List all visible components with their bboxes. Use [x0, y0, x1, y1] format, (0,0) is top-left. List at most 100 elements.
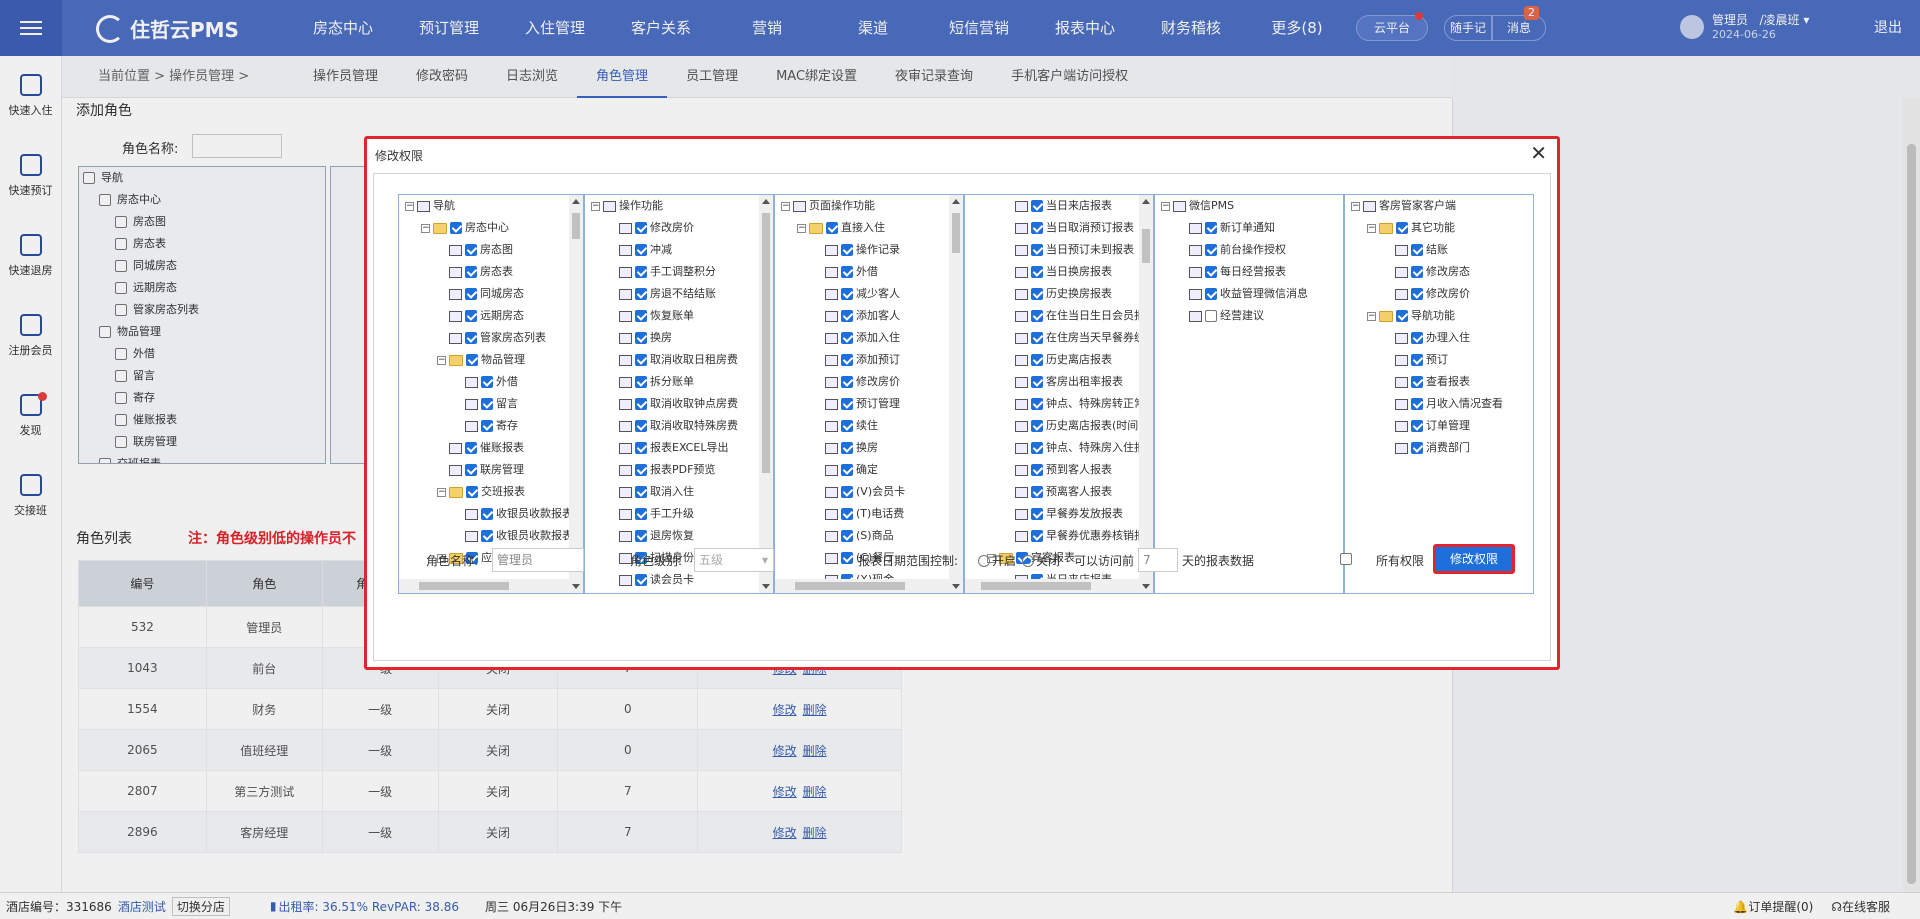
tree-node[interactable]: − 其它功能 [1345, 217, 1533, 239]
permission-checkbox[interactable] [466, 354, 478, 366]
scroll-up-icon[interactable] [952, 199, 960, 204]
tree-node[interactable]: 修改房态 [1345, 261, 1533, 283]
permission-checkbox[interactable] [1205, 222, 1217, 234]
permission-checkbox[interactable] [841, 266, 853, 278]
tree-node[interactable]: 管家房态列表 [399, 327, 583, 349]
permission-checkbox[interactable] [465, 288, 477, 300]
tree-node[interactable]: 手工升级 [585, 503, 773, 525]
permission-checkbox[interactable] [635, 244, 647, 256]
scroll-up-icon[interactable] [1142, 199, 1150, 204]
permission-checkbox[interactable] [1411, 442, 1423, 454]
scroll-thumb[interactable] [762, 213, 770, 473]
scroll-down-icon[interactable] [572, 584, 580, 589]
radio-open[interactable]: 开启 [978, 552, 1016, 569]
permission-checkbox[interactable] [841, 244, 853, 256]
permission-tree-reports[interactable]: 当日来店报表 当日取消预订报表 当日预订未到报表 当日换房报表 历史换房报表 在住当日生日… [964, 194, 1154, 594]
permission-checkbox[interactable] [635, 486, 647, 498]
permission-checkbox[interactable] [841, 376, 853, 388]
tree-node[interactable]: 房态表 [399, 261, 583, 283]
permission-checkbox[interactable] [1031, 222, 1043, 234]
tree-node[interactable]: − 房态中心 [399, 217, 583, 239]
tree-node[interactable]: 预订管理 [775, 393, 963, 415]
permission-checkbox[interactable] [635, 376, 647, 388]
permission-checkbox[interactable] [1411, 354, 1423, 366]
permission-checkbox[interactable] [1031, 376, 1043, 388]
tree-node[interactable]: 月收入情况查看 [1345, 393, 1533, 415]
permission-checkbox[interactable] [635, 354, 647, 366]
collapse-toggle-icon[interactable]: − [1161, 201, 1170, 211]
tree-node[interactable]: 催账报表 [399, 437, 583, 459]
permission-checkbox[interactable] [450, 222, 462, 234]
tree-node[interactable]: 报表EXCEL导出 [585, 437, 773, 459]
tree-node[interactable]: 取消收取日租房费 [585, 349, 773, 371]
tree-node[interactable]: 修改房价 [585, 217, 773, 239]
tree-node[interactable]: 报表PDF预览 [585, 459, 773, 481]
tree-node[interactable]: 客房出租率报表 [965, 371, 1153, 393]
tree-node[interactable]: 取消收取特殊房费 [585, 415, 773, 437]
all-permission-checkbox[interactable] [1340, 552, 1355, 566]
permission-checkbox[interactable] [1411, 398, 1423, 410]
scroll-thumb[interactable] [1142, 229, 1150, 263]
permission-checkbox[interactable] [481, 420, 493, 432]
permission-checkbox[interactable] [635, 222, 647, 234]
tree-node[interactable]: − 微信PMS [1155, 195, 1343, 217]
scroll-down-icon[interactable] [1142, 584, 1150, 589]
permission-checkbox[interactable] [1031, 332, 1043, 344]
tree-node[interactable]: (T)电话费 [775, 503, 963, 525]
permission-checkbox[interactable] [1031, 354, 1043, 366]
permission-checkbox[interactable] [841, 332, 853, 344]
tree-node[interactable]: − 物品管理 [399, 349, 583, 371]
tree-node[interactable]: 办理入住 [1345, 327, 1533, 349]
permission-checkbox[interactable] [1031, 288, 1043, 300]
vertical-scrollbar[interactable] [569, 195, 583, 593]
tree-node[interactable]: 操作记录 [775, 239, 963, 261]
collapse-toggle-icon[interactable]: − [591, 201, 600, 211]
tree-node[interactable]: 退房恢复 [585, 525, 773, 547]
scroll-thumb[interactable] [572, 213, 580, 239]
tree-node[interactable]: 消费部门 [1345, 437, 1533, 459]
collapse-toggle-icon[interactable]: − [405, 201, 414, 211]
tree-node[interactable]: 在住房当天早餐券统 [965, 327, 1153, 349]
tree-node[interactable]: 在住当日生日会员报 [965, 305, 1153, 327]
permission-checkbox[interactable] [1031, 310, 1043, 322]
tree-node[interactable]: (V)会员卡 [775, 481, 963, 503]
collapse-toggle-icon[interactable]: − [1367, 223, 1376, 233]
tree-node[interactable]: 历史离店报表 [965, 349, 1153, 371]
permission-tree-operations[interactable]: − 操作功能 修改房价 冲减 手工调整积分 房退不结结账 恢复账单 换房 取消收取日租房费 拆分账… [584, 194, 774, 594]
access-days-input[interactable]: 7 [1138, 548, 1178, 572]
scroll-down-icon[interactable] [762, 584, 770, 589]
permission-checkbox[interactable] [1396, 310, 1408, 322]
permission-checkbox[interactable] [1031, 530, 1043, 542]
vertical-scrollbar[interactable] [759, 195, 773, 593]
permission-checkbox[interactable] [481, 376, 493, 388]
permission-checkbox[interactable] [481, 508, 493, 520]
permission-checkbox[interactable] [481, 398, 493, 410]
permission-checkbox[interactable] [466, 486, 478, 498]
collapse-toggle-icon[interactable]: − [1351, 201, 1360, 211]
role-level-select[interactable]: 五级 ▾ [694, 548, 774, 572]
tree-node[interactable]: 手工调整积分 [585, 261, 773, 283]
tree-node[interactable]: 房态图 [399, 239, 583, 261]
permission-checkbox[interactable] [841, 552, 853, 564]
tree-node[interactable]: 减少客人 [775, 283, 963, 305]
footer-role-name-input[interactable]: 管理员 [492, 548, 584, 572]
collapse-toggle-icon[interactable]: − [437, 355, 446, 365]
permission-checkbox[interactable] [1031, 464, 1043, 476]
tree-node[interactable]: 收益管理微信消息 [1155, 283, 1343, 305]
permission-checkbox[interactable] [635, 398, 647, 410]
permission-checkbox[interactable] [841, 288, 853, 300]
tree-node[interactable]: 添加预订 [775, 349, 963, 371]
vertical-scrollbar[interactable] [1139, 195, 1153, 593]
tree-node[interactable]: 添加入住 [775, 327, 963, 349]
permission-checkbox[interactable] [465, 464, 477, 476]
permission-checkbox[interactable] [635, 420, 647, 432]
tree-node[interactable]: − 客房管家客户端 [1345, 195, 1533, 217]
permission-tree-wechat[interactable]: − 微信PMS 新订单通知 前台操作授权 每日经营报表 收益管理微信消息 经营建议 [1154, 194, 1344, 594]
tree-node[interactable]: 换房 [775, 437, 963, 459]
tree-node[interactable]: 修改房价 [775, 371, 963, 393]
tree-node[interactable]: − 导航功能 [1345, 305, 1533, 327]
permission-checkbox[interactable] [465, 310, 477, 322]
permission-checkbox[interactable] [1031, 266, 1043, 278]
collapse-toggle-icon[interactable]: − [421, 223, 430, 233]
vertical-scrollbar[interactable] [949, 195, 963, 593]
